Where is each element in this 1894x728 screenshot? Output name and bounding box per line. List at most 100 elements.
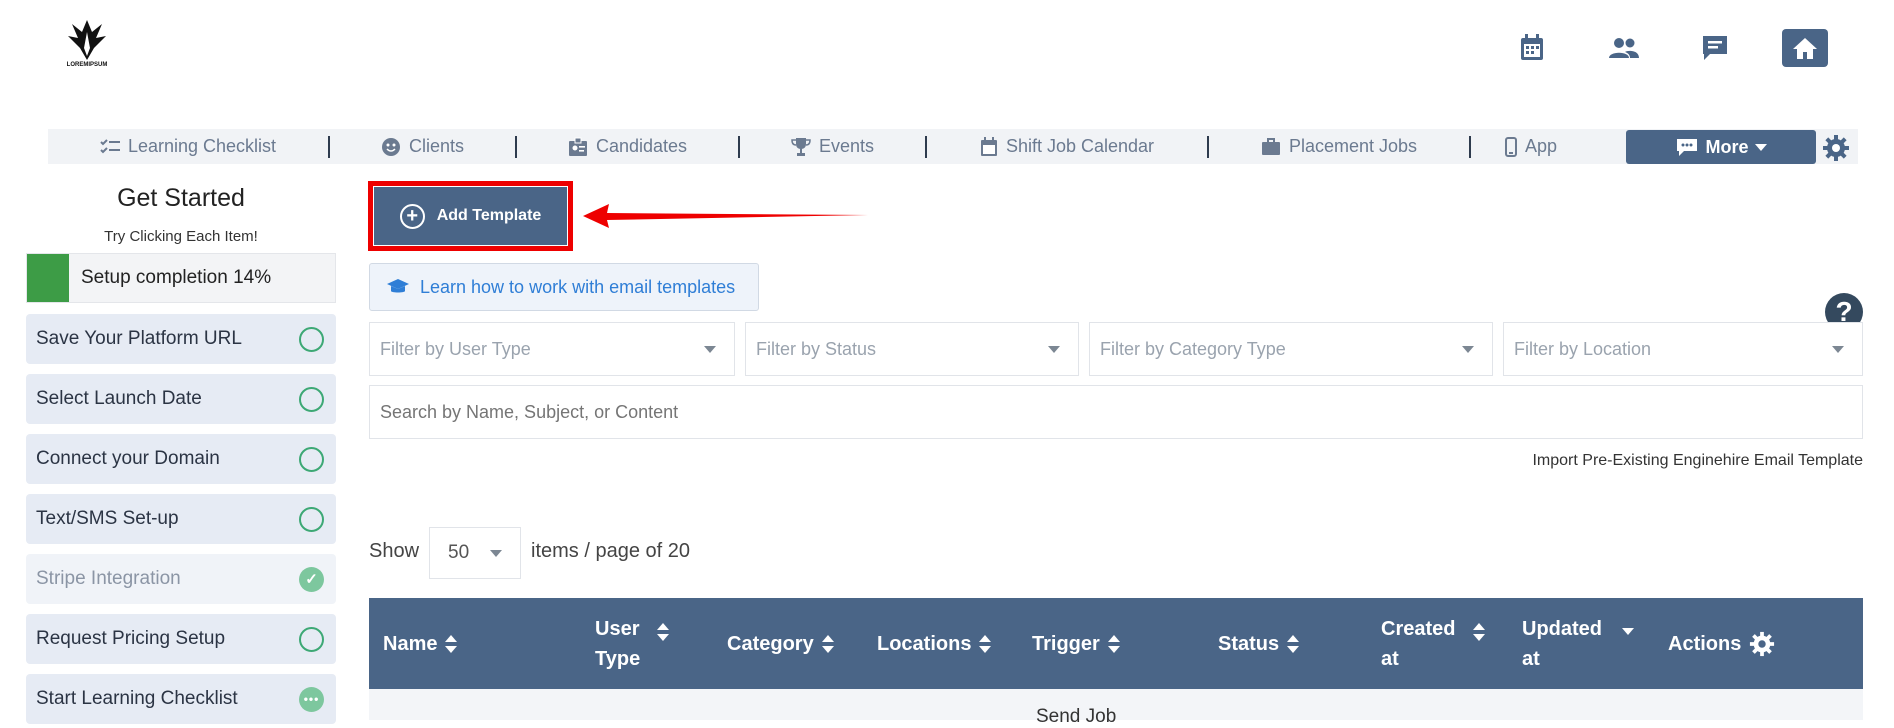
nav-item-app[interactable]: App [1471, 129, 1591, 164]
sidebar-item-label: Connect your Domain [36, 448, 220, 469]
column-name[interactable]: Name [383, 598, 458, 689]
ellipsis-circle-icon: ••• [299, 686, 324, 712]
sort-icon [1287, 634, 1300, 653]
logo-text: LOREMIPSUM [66, 62, 108, 68]
chevron-down-icon [490, 549, 502, 557]
company-logo[interactable]: LOREMIPSUM [60, 18, 114, 74]
sidebar-item-connect-domain[interactable]: Connect your Domain [26, 434, 336, 484]
sidebar-item-learning-checklist[interactable]: Start Learning Checklist ••• [26, 674, 336, 724]
nav-label: App [1524, 136, 1558, 156]
column-label: Created at [1381, 617, 1456, 670]
gear-icon[interactable] [1749, 631, 1775, 657]
check-circle-icon: ✓ [299, 566, 324, 592]
pending-circle-icon [299, 386, 324, 412]
pending-circle-icon [299, 506, 324, 532]
sidebar-item-label: Stripe Integration [36, 568, 181, 589]
column-user-type[interactable]: User Type [595, 598, 675, 689]
page-size-value: 50 [448, 542, 470, 563]
nav-label: Candidates [595, 136, 688, 156]
import-template-link[interactable]: Import Pre-Existing Enginehire Email Tem… [1300, 452, 1863, 470]
sidebar-item-pricing[interactable]: Request Pricing Setup [26, 614, 336, 664]
settings-gear-icon[interactable] [1822, 134, 1850, 162]
graduation-cap-icon [387, 279, 409, 293]
main-nav: Learning Checklist Clients Candidates Ev… [48, 129, 1858, 164]
filter-placeholder: Filter by User Type [380, 338, 531, 359]
nav-item-learning-checklist[interactable]: Learning Checklist [48, 129, 328, 164]
red-arrow-annotation [583, 204, 868, 228]
comment-dots-icon [1677, 139, 1698, 156]
column-label: Trigger [1032, 632, 1100, 655]
users-icon[interactable] [1606, 30, 1642, 66]
plus-circle-icon: + [399, 203, 425, 229]
sidebar-title: Get Started [117, 184, 245, 212]
checklist-icon [100, 138, 120, 153]
column-updated-at[interactable]: Updated at [1522, 598, 1637, 689]
filter-placeholder: Filter by Status [756, 338, 877, 359]
sidebar-item-label: Request Pricing Setup [36, 628, 226, 649]
chevron-down-icon [1832, 345, 1844, 353]
add-template-button[interactable]: + Add Template [374, 187, 567, 245]
briefcase-icon [1261, 137, 1280, 155]
nav-label: Shift Job Calendar [1005, 136, 1155, 156]
column-created-at[interactable]: Created at [1381, 598, 1486, 689]
sidebar-item-launch-date[interactable]: Select Launch Date [26, 374, 336, 424]
nav-item-placement-jobs[interactable]: Placement Jobs [1209, 129, 1469, 164]
sidebar-subtitle: Try Clicking Each Item! [104, 228, 258, 245]
sidebar-item-platform-url[interactable]: Save Your Platform URL [26, 314, 336, 364]
column-label: Updated at [1522, 617, 1602, 670]
page-size-select[interactable]: 50 [429, 527, 521, 579]
nav-item-clients[interactable]: Clients [330, 129, 515, 164]
filter-category-type[interactable]: Filter by Category Type [1089, 322, 1493, 376]
nav-label: Placement Jobs [1288, 136, 1418, 156]
sidebar-item-label: Text/SMS Set-up [36, 508, 179, 529]
chat-icon[interactable] [1698, 30, 1734, 66]
column-label: Status [1218, 632, 1280, 655]
more-menu-button[interactable]: More [1626, 130, 1816, 164]
filter-location[interactable]: Filter by Location [1503, 322, 1863, 376]
nav-label: Learning Checklist [127, 136, 277, 156]
trophy-icon [791, 137, 811, 156]
nav-item-events[interactable]: Events [740, 129, 925, 164]
filter-placeholder: Filter by Category Type [1100, 338, 1286, 359]
learn-email-templates-button[interactable]: Learn how to work with email templates [369, 263, 759, 311]
column-label: Actions [1668, 632, 1742, 655]
filter-user-type[interactable]: Filter by User Type [369, 322, 735, 376]
sort-icon [1473, 622, 1485, 641]
filter-placeholder: Filter by Location [1514, 338, 1652, 359]
column-status[interactable]: Status [1218, 598, 1300, 689]
sort-icon [1107, 634, 1120, 653]
sidebar-item-label: Save Your Platform URL [36, 328, 242, 349]
more-label: More [1705, 136, 1749, 157]
filter-status[interactable]: Filter by Status [745, 322, 1079, 376]
setup-progress: Setup completion 14% [26, 253, 336, 303]
table-header: Name User Type Category Locations Trigge… [369, 598, 1863, 689]
nav-label: Clients [408, 136, 465, 156]
pending-circle-icon [299, 326, 324, 352]
sort-desc-icon [1622, 628, 1634, 635]
sidebar-item-label: Start Learning Checklist [36, 688, 238, 709]
column-label: Name [383, 632, 438, 655]
pending-circle-icon [299, 626, 324, 652]
progress-fill [27, 254, 69, 302]
phone-icon [1504, 136, 1517, 157]
home-button[interactable] [1782, 29, 1828, 67]
nav-label: Events [818, 136, 875, 156]
sort-icon [821, 634, 834, 653]
column-category[interactable]: Category [727, 598, 834, 689]
pending-circle-icon [299, 446, 324, 472]
add-template-label: Add Template [436, 207, 542, 224]
column-label: User Type [595, 617, 641, 670]
sidebar-item-label: Select Launch Date [36, 388, 202, 409]
table-row[interactable]: Send Job [369, 689, 1863, 727]
search-input[interactable] [369, 385, 1863, 439]
sidebar-item-sms-setup[interactable]: Text/SMS Set-up [26, 494, 336, 544]
nav-item-candidates[interactable]: Candidates [517, 129, 738, 164]
sidebar-item-stripe[interactable]: Stripe Integration ✓ [26, 554, 336, 604]
calendar-icon[interactable] [1514, 30, 1550, 66]
home-icon [1793, 38, 1817, 59]
nav-item-shift-job-calendar[interactable]: Shift Job Calendar [927, 129, 1207, 164]
column-trigger[interactable]: Trigger [1032, 598, 1120, 689]
column-actions: Actions [1668, 598, 1775, 689]
column-locations[interactable]: Locations [877, 598, 992, 689]
learn-label: Learn how to work with email templates [420, 276, 736, 297]
